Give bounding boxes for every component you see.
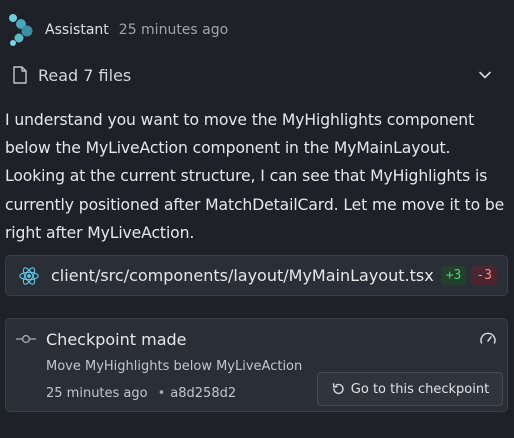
file-icon bbox=[13, 66, 27, 84]
author-name: Assistant bbox=[45, 22, 109, 38]
deletions-badge: -3 bbox=[471, 266, 497, 285]
additions-badge: +3 bbox=[440, 266, 467, 285]
react-icon bbox=[19, 266, 39, 285]
checkpoint-card: Checkpoint made Move MyHighlights below … bbox=[5, 318, 508, 412]
read-files-label: Read 7 files bbox=[38, 65, 132, 85]
checkpoint-hash: a8d258d2 bbox=[170, 386, 237, 401]
commit-icon bbox=[16, 334, 36, 344]
message-timestamp: 25 minutes ago bbox=[118, 22, 229, 38]
checkpoint-meta: 25 minutes ago • a8d258d2 bbox=[46, 386, 236, 401]
message-header: Assistant 25 minutes ago bbox=[8, 14, 488, 46]
checkpoint-description: Move MyHighlights below MyLiveAction bbox=[46, 359, 303, 374]
assistant-logo-icon bbox=[9, 14, 33, 46]
go-to-checkpoint-button[interactable]: Go to this checkpoint bbox=[317, 372, 503, 406]
checkpoint-time: 25 minutes ago bbox=[46, 386, 148, 401]
assistant-message: I understand you want to move the MyHigh… bbox=[5, 111, 505, 242]
checkpoint-header: Checkpoint made bbox=[16, 328, 497, 350]
chevron-down-icon[interactable] bbox=[478, 68, 492, 82]
meta-separator: • bbox=[157, 386, 166, 401]
read-files-toggle[interactable]: Read 7 files bbox=[12, 62, 498, 88]
file-path[interactable]: client/src/components/layout/MyMainLayou… bbox=[51, 266, 441, 285]
checkpoint-title: Checkpoint made bbox=[46, 329, 187, 349]
undo-icon bbox=[332, 383, 344, 395]
changed-file-card[interactable]: client/src/components/layout/MyMainLayou… bbox=[5, 255, 508, 296]
gauge-icon[interactable] bbox=[479, 330, 497, 348]
go-to-checkpoint-label: Go to this checkpoint bbox=[350, 381, 490, 397]
